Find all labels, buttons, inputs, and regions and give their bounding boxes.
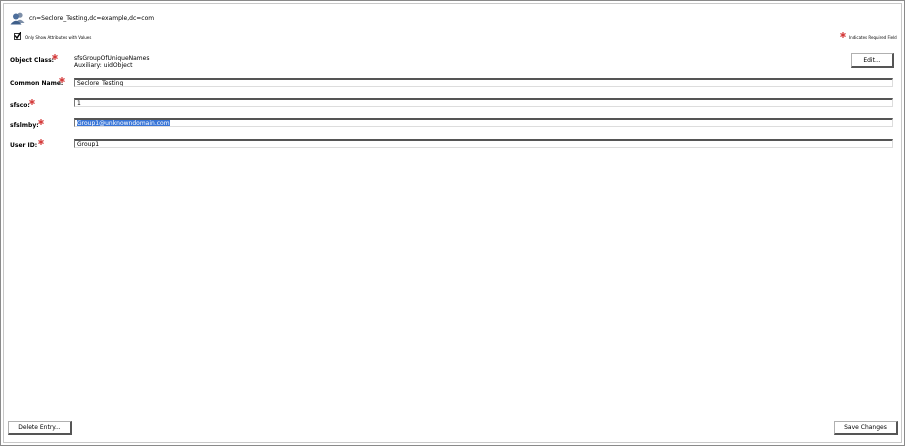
object-class-auxiliary: Auxiliary: uidObject — [74, 62, 133, 69]
sfsco-label: sfsco: — [10, 102, 30, 109]
object-class-label: Object Class: — [10, 57, 55, 64]
required-asterisk-icon — [38, 119, 44, 125]
checkmark-icon — [14, 32, 21, 39]
sfsco-field[interactable]: 1 — [74, 98, 893, 107]
entry-dn: cn=Seclore_Testing,dc=example,dc=com — [29, 15, 155, 22]
required-legend-label: Indicates Required Field — [849, 35, 897, 40]
sfslmby-label: sfslmby: — [10, 122, 39, 129]
common-name-field[interactable]: Seclore_Testing — [74, 78, 893, 87]
common-name-label: Common Name: — [10, 80, 64, 87]
sfslmby-selected-text: Group1@unknowndomain.com — [77, 120, 170, 127]
show-only-values-label: Only Show Attributes with Values — [25, 35, 92, 40]
editor-panel — [3, 3, 902, 443]
save-changes-button[interactable]: Save Changes — [834, 421, 898, 435]
edit-object-class-button[interactable]: Edit... — [851, 53, 894, 68]
show-only-values-checkbox[interactable] — [14, 32, 21, 40]
user-id-field[interactable]: Group1 — [74, 139, 893, 148]
required-asterisk-icon — [38, 139, 44, 145]
delete-entry-button[interactable]: Delete Entry... — [8, 421, 72, 435]
sfslmby-field[interactable]: Group1@unknowndomain.com — [74, 118, 893, 127]
required-asterisk-icon — [59, 77, 65, 83]
object-class-value: sfsGroupOfUniqueNames — [74, 55, 150, 62]
required-asterisk-icon — [29, 99, 35, 105]
required-asterisk-icon — [840, 32, 846, 38]
group-users-icon — [10, 12, 25, 25]
required-asterisk-icon — [52, 54, 58, 60]
window-frame — [0, 0, 905, 446]
user-id-label: User ID: — [10, 142, 38, 149]
